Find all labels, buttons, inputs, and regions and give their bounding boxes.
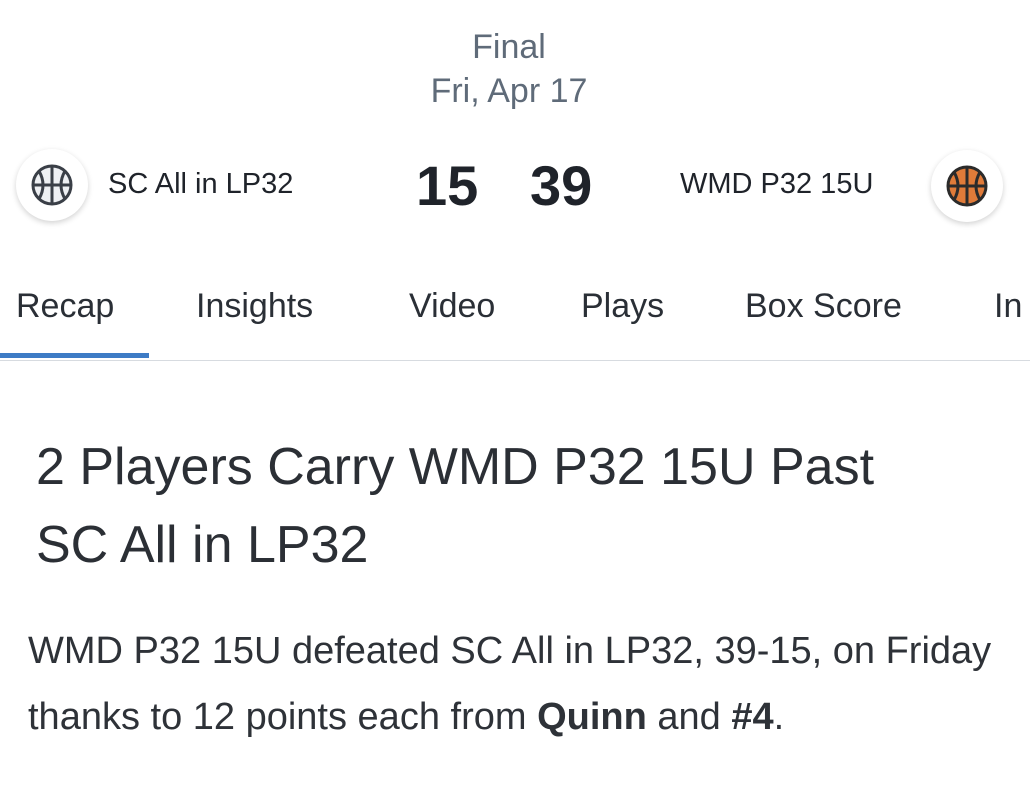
home-team-score: 15	[416, 154, 479, 217]
away-team-name[interactable]: WMD P32 15U	[680, 164, 873, 204]
away-team-logo[interactable]	[931, 150, 1003, 222]
game-date: Fri, Apr 17	[430, 72, 588, 110]
summary-text: .	[773, 696, 785, 738]
player-name-number-4: #4	[731, 696, 774, 738]
game-recap-page: Final Fri, Apr 17 SC All in LP32 15 39 W…	[0, 0, 1030, 811]
tab-recap[interactable]: Recap	[16, 284, 114, 328]
basketball-icon	[31, 164, 73, 206]
away-team-score: 39	[530, 154, 593, 217]
game-header: Final Fri, Apr 17 SC All in LP32 15 39 W…	[0, 0, 1030, 250]
article-summary: WMD P32 15U defeated SC All in LP32, 39-…	[28, 618, 998, 750]
game-status: Final	[472, 28, 546, 66]
basketball-icon	[946, 165, 988, 207]
article-headline: 2 Players Carry WMD P32 15U Past SC All …	[36, 438, 875, 574]
tab-info-partial[interactable]: In	[994, 284, 1022, 328]
game-tabs: Recap Insights Video Plays Box Score In	[0, 272, 1030, 361]
summary-text: WMD P32 15U defeated SC All in LP32, 39-…	[28, 630, 992, 738]
player-name-quinn: Quinn	[537, 696, 647, 738]
home-team-logo[interactable]	[16, 149, 88, 221]
active-tab-indicator	[0, 353, 149, 358]
summary-text: and	[646, 696, 732, 738]
home-team-name[interactable]: SC All in LP32	[108, 164, 293, 204]
tab-insights[interactable]: Insights	[196, 284, 313, 328]
tab-box-score[interactable]: Box Score	[745, 284, 902, 328]
tab-plays[interactable]: Plays	[581, 284, 664, 328]
tab-video[interactable]: Video	[409, 284, 495, 328]
